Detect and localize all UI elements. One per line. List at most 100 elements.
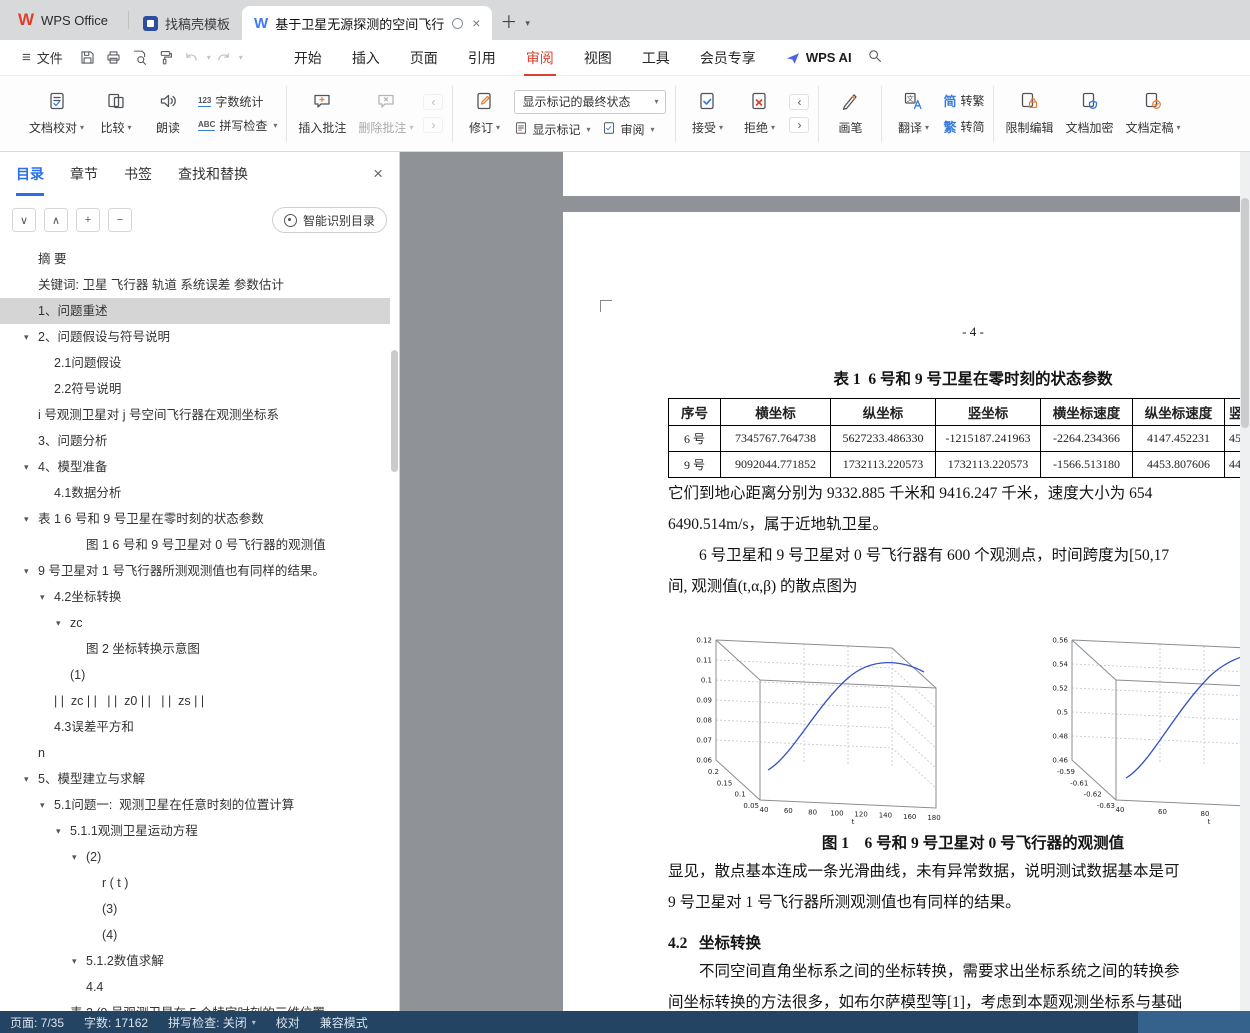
- accept-revision-button[interactable]: 接受 ▾: [682, 82, 732, 146]
- sidebar-tab-toc[interactable]: 目录: [16, 152, 44, 196]
- menu-tab-member[interactable]: 会员专享: [685, 40, 771, 76]
- expand-all-button[interactable]: ∧: [44, 208, 68, 232]
- previous-revision-button[interactable]: ‹: [789, 94, 810, 110]
- delete-comment-button[interactable]: 删除批注 ▾: [353, 82, 418, 146]
- outline-item[interactable]: 4.3误差平方和: [0, 714, 390, 740]
- sidebar-scrollbar-thumb[interactable]: [391, 350, 398, 472]
- restrict-editing-button[interactable]: 限制编辑: [1000, 82, 1058, 146]
- outline-item[interactable]: 关键词: 卫星 飞行器 轨道 系统误差 参数估计: [0, 272, 390, 298]
- outline-expand-icon[interactable]: ▾: [56, 610, 61, 636]
- sidebar-tab-bookmark[interactable]: 书签: [124, 152, 152, 196]
- outline-item[interactable]: ▾ 5.1.1观测卫星运动方程: [0, 818, 390, 844]
- review-button[interactable]: 审阅 ▾: [602, 121, 655, 138]
- previous-comment-button[interactable]: ‹: [423, 94, 444, 110]
- traditional-to-simplified-button[interactable]: 繁 转简: [943, 117, 984, 136]
- status-page[interactable]: 页面: 7/35: [10, 1014, 64, 1031]
- markup-state-select[interactable]: 显示标记的最终状态 ▾: [514, 89, 667, 114]
- menu-tab-page[interactable]: 页面: [395, 40, 453, 76]
- document-scrollbar[interactable]: [1240, 152, 1250, 1011]
- pen-button[interactable]: 画笔: [825, 82, 875, 146]
- outline-item[interactable]: ▾ 5.1.2数值求解: [0, 948, 390, 974]
- compare-button[interactable]: 比较 ▾: [91, 82, 141, 146]
- document-area[interactable]: - 4 - 表 1 6 号和 9 号卫星在零时刻的状态参数 序号 横坐标 纵坐标 竖坐…: [400, 152, 1250, 1011]
- outline-expand-icon[interactable]: ▾: [24, 324, 29, 350]
- outline-item[interactable]: ▾ 5.1问题一: 观测卫星在任意时刻的位置计算: [0, 792, 390, 818]
- smart-toc-button[interactable]: 智能识别目录: [271, 207, 387, 233]
- outline-item[interactable]: r ( t ): [0, 870, 390, 896]
- plot-left[interactable]: 0.12 0.11 0.1 0.09 0.08 0.07 0.06 0.2 0.15 0.1 0.…: [688, 610, 948, 830]
- simplified-to-traditional-button[interactable]: 简 转繁: [943, 91, 984, 110]
- outline-expand-icon[interactable]: ▾: [72, 948, 77, 974]
- finalize-document-button[interactable]: 文档定稿 ▾: [1121, 82, 1186, 146]
- outline-item[interactable]: i 号观测卫星对 j 号空间飞行器在观测坐标系: [0, 402, 390, 428]
- spell-check-button[interactable]: ABC 拼写检查 ▾: [198, 117, 277, 134]
- collapse-level-button[interactable]: −: [108, 208, 132, 232]
- tab-list-caret-icon[interactable]: ▾: [525, 6, 540, 40]
- search-button[interactable]: [866, 47, 883, 69]
- expand-level-button[interactable]: +: [76, 208, 100, 232]
- outline-item[interactable]: ▾ 4、模型准备: [0, 454, 390, 480]
- reject-revision-button[interactable]: 拒绝 ▾: [734, 82, 784, 146]
- sidebar-tab-chapter[interactable]: 章节: [70, 152, 98, 196]
- outline-expand-icon[interactable]: ▾: [24, 558, 29, 584]
- outline-item[interactable]: 4.1数据分析: [0, 480, 390, 506]
- document-scrollbar-thumb[interactable]: [1241, 198, 1249, 428]
- outline-item[interactable]: ▾ 9 号卫星对 1 号飞行器所测观测值也有同样的结果。: [0, 558, 390, 584]
- outline-item[interactable]: ▾ 5、模型建立与求解: [0, 766, 390, 792]
- menu-tab-review[interactable]: 审阅: [511, 40, 569, 76]
- outline-item[interactable]: ▾ (2): [0, 844, 390, 870]
- figure-plots[interactable]: 0.12 0.11 0.1 0.09 0.08 0.07 0.06 0.2 0.15 0.1 0.…: [688, 610, 1250, 830]
- outline-item[interactable]: n: [0, 740, 390, 766]
- redo-caret-icon[interactable]: ▾: [239, 53, 243, 62]
- read-aloud-button[interactable]: 朗读: [143, 82, 193, 146]
- wps-ai-button[interactable]: WPS AI: [785, 50, 852, 66]
- menu-tab-home[interactable]: 开始: [279, 40, 337, 76]
- redo-button[interactable]: [211, 46, 237, 70]
- sidebar-close-icon[interactable]: ×: [373, 164, 383, 184]
- print-button[interactable]: [101, 46, 127, 70]
- outline-item[interactable]: (4): [0, 922, 390, 948]
- tab-document-active[interactable]: W 基于卫星无源探测的空间飞行... ×: [242, 6, 493, 40]
- wps-home-button[interactable]: W WPS Office: [0, 0, 126, 40]
- next-revision-button[interactable]: ›: [789, 117, 810, 133]
- file-menu-button[interactable]: ≡ 文件: [10, 48, 75, 67]
- next-comment-button[interactable]: ›: [423, 117, 444, 133]
- sidebar-tab-find-replace[interactable]: 查找和替换: [178, 152, 248, 196]
- outline-item[interactable]: 表 2 (9 号观测卫星在 5 个特定时刻的三维位置: [0, 1000, 390, 1011]
- status-wordcount[interactable]: 字数: 17162: [84, 1014, 148, 1031]
- doc-proofread-button[interactable]: 文档校对 ▾: [24, 82, 89, 146]
- outline-expand-icon[interactable]: ▾: [40, 792, 45, 818]
- status-proofread[interactable]: 校对: [276, 1014, 300, 1031]
- undo-button[interactable]: [179, 46, 205, 70]
- outline-item[interactable]: ▾ 4.2坐标转换: [0, 584, 390, 610]
- print-preview-button[interactable]: [127, 46, 153, 70]
- outline-item[interactable]: | | zc | | | | z0 | | | | zs | |: [0, 688, 390, 714]
- new-tab-button[interactable]: ＋: [492, 6, 525, 40]
- status-spellcheck[interactable]: 拼写检查: 关闭 ▾: [168, 1014, 256, 1031]
- tab-close-icon[interactable]: ×: [472, 15, 480, 31]
- outline-item[interactable]: (3): [0, 896, 390, 922]
- outline-expand-icon[interactable]: ▾: [24, 454, 29, 480]
- outline-item[interactable]: (1): [0, 662, 390, 688]
- word-count-button[interactable]: 123 字数统计: [198, 93, 277, 110]
- outline-expand-icon[interactable]: ▾: [72, 844, 77, 870]
- outline-expand-icon[interactable]: ▾: [56, 818, 61, 844]
- plot-right[interactable]: 0.56 0.54 0.52 0.5 0.48 0.46 -0.59 -0.61 -0.62 -…: [1044, 610, 1250, 830]
- translate-button[interactable]: 文 翻译 ▾: [888, 82, 938, 146]
- outline-item[interactable]: 图 2 坐标转换示意图: [0, 636, 390, 662]
- outline-item[interactable]: 图 1 6 号和 9 号卫星对 0 号飞行器的观测值: [0, 532, 390, 558]
- outline-item[interactable]: 2.1问题假设: [0, 350, 390, 376]
- menu-tab-reference[interactable]: 引用: [453, 40, 511, 76]
- outline-expand-icon[interactable]: ▾: [24, 506, 29, 532]
- outline-expand-icon[interactable]: ▾: [24, 766, 29, 792]
- show-markup-button[interactable]: 显示标记 ▾: [514, 121, 590, 138]
- outline-item[interactable]: 4.4: [0, 974, 390, 1000]
- track-changes-button[interactable]: 修订 ▾: [459, 82, 509, 146]
- save-button[interactable]: [75, 46, 101, 70]
- status-compat-mode[interactable]: 兼容模式: [320, 1014, 368, 1031]
- document-page[interactable]: - 4 - 表 1 6 号和 9 号卫星在零时刻的状态参数 序号 横坐标 纵坐标 竖坐…: [563, 212, 1250, 1011]
- outline-item[interactable]: 摘 要: [0, 246, 390, 272]
- menu-tab-insert[interactable]: 插入: [337, 40, 395, 76]
- outline-item[interactable]: 1、问题重述: [0, 298, 390, 324]
- outline-item[interactable]: ▾ 表 1 6 号和 9 号卫星在零时刻的状态参数: [0, 506, 390, 532]
